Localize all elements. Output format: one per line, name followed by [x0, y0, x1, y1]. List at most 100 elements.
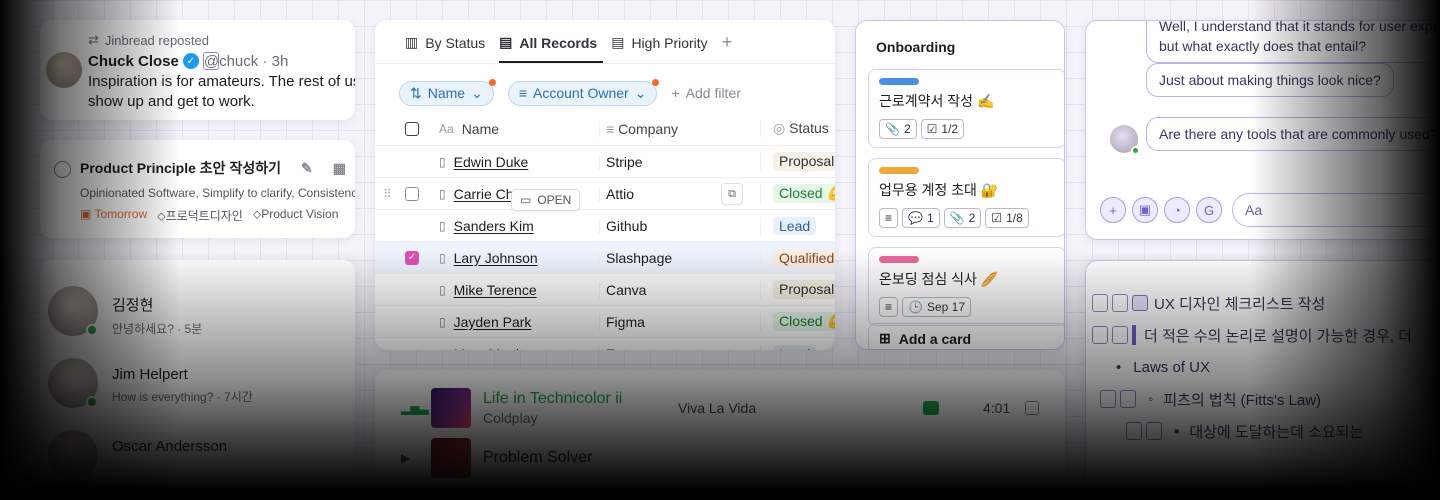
task-card[interactable]: Product Principle 초안 작성하기 ✎ ▦ Opinionate… [40, 140, 355, 238]
card-meta-pill[interactable]: 🕒 Sep 17 [902, 297, 972, 317]
plus-icon[interactable]: + [1100, 197, 1126, 223]
quote-bar [1132, 325, 1136, 345]
record-company[interactable]: Stripe [599, 153, 760, 170]
add-view-button[interactable]: + [722, 32, 733, 63]
message-input[interactable]: Aa [1232, 193, 1440, 227]
task-complete-checkbox[interactable] [54, 161, 71, 178]
status-badge[interactable]: Closed 💪 [773, 184, 835, 203]
card-meta-pill[interactable]: 💬 1 [902, 208, 940, 228]
drag-handle-icon[interactable] [1126, 422, 1142, 440]
tab-high-priority[interactable]: ▤ High Priority [611, 34, 713, 63]
sort-chip-name[interactable]: ⇅ Name ⌄ [399, 78, 496, 106]
task-due-date[interactable]: ▣ Tomorrow [80, 207, 147, 224]
checklist-item[interactable]: UX 디자인 체크리스트 작성 [1086, 287, 1440, 319]
status-badge[interactable]: Lead [773, 344, 817, 350]
add-filter-button[interactable]: + Add filter [671, 85, 740, 101]
drag-handle-icon[interactable] [1092, 294, 1108, 312]
bullet-item[interactable]: • Laws of UX [1086, 351, 1440, 383]
task-tag[interactable]: ⬦Product Vision [253, 207, 339, 224]
status-badge[interactable]: Closed 💪 [773, 312, 835, 331]
table-row[interactable]: ▯ Mary Meeks Framer Lead [375, 338, 835, 350]
open-record-button[interactable]: ▭ OPEN [511, 188, 581, 211]
drag-handle-icon[interactable] [1100, 390, 1116, 408]
drag-handle-icon[interactable] [1092, 326, 1108, 344]
chat-list-item[interactable]: Oscar Andersson [40, 430, 355, 500]
track-artist[interactable]: Coldplay [483, 410, 622, 426]
kanban-card[interactable]: 근로계약서 작성 ✍️ 📎 2 ☑ 1/2 [868, 69, 1064, 148]
filter-chip-account-owner[interactable]: ≡ Account Owner ⌄ [507, 78, 660, 106]
record-name[interactable]: Sanders Kim [454, 218, 534, 234]
card-meta-pill[interactable]: 📎 2 [879, 119, 917, 139]
table-row[interactable]: ✓ ▯ Lary Johnson Slashpage Qualified [375, 242, 835, 274]
track-title[interactable]: Problem Solver [483, 449, 592, 467]
track-album[interactable]: Viva La Vida [678, 400, 756, 416]
table-row[interactable]: ⠿▯Carrie Chang▭OPENAttioClosed 💪⧉ [375, 178, 835, 211]
table-row[interactable]: ▯ Sanders Kim Github Lead [375, 210, 835, 242]
record-company[interactable]: Figma [599, 313, 760, 330]
table-row[interactable]: ▯ Jayden Park Figma Closed 💪 [375, 306, 835, 338]
bullet-item[interactable]: ▪ 대상에 도달하는데 소요되는 [1086, 415, 1440, 447]
status-badge[interactable]: Lead [773, 216, 817, 235]
kanban-card[interactable]: 업무용 계정 초대 🔐 ≡ 💬 1 📎 2 ☑ 1/8 [868, 158, 1064, 237]
card-meta-pill[interactable]: ≡ [879, 208, 899, 228]
block-menu-icon[interactable] [1120, 390, 1136, 408]
tweet-card[interactable]: ⇄ Jinbread reposted Chuck Close ✓ @chuck… [40, 20, 355, 120]
gif-icon[interactable]: G [1196, 197, 1222, 223]
track-checkbox[interactable] [1025, 401, 1039, 415]
record-name[interactable]: Mary Meeks [454, 346, 530, 351]
drag-handle-icon[interactable]: ⠿ [383, 187, 392, 201]
checkbox[interactable] [1132, 295, 1148, 311]
table-icon: ▤ [611, 34, 625, 50]
task-tag[interactable]: ⬦프로덕트디자인 [157, 207, 243, 224]
quote-block[interactable]: 더 적은 수의 논리로 설명이 가능한 경우, 더 [1086, 319, 1440, 351]
chat-conversation: Well, I understand that it stands for us… [1085, 20, 1440, 240]
block-menu-icon[interactable] [1146, 422, 1162, 440]
row-checkbox[interactable]: ✓ [405, 250, 419, 265]
column-header-name[interactable]: Aa Name [439, 121, 599, 137]
card-meta-pill[interactable]: ☑ 1/2 [920, 119, 965, 139]
table-row[interactable]: ▯ Edwin Duke Stripe Proposal 👀 [375, 146, 835, 178]
status-badge[interactable]: Proposal 👀 [773, 280, 835, 299]
chat-list-item[interactable]: Jim Helpert How is everything? · 7시간 [40, 358, 355, 430]
record-name[interactable]: Mike Terence [454, 282, 537, 298]
block-menu-icon[interactable] [1112, 326, 1128, 344]
record-name[interactable]: Jayden Park [454, 314, 532, 330]
bullet-item[interactable]: ◦ 피츠의 법칙 (Fitts's Law) [1086, 383, 1440, 415]
tab-by-status[interactable]: ▥ By Status [405, 34, 491, 63]
status-badge[interactable]: Qualified [773, 248, 835, 267]
record-company[interactable]: Github [599, 217, 760, 234]
column-header-company[interactable]: ≡ Company [599, 120, 760, 137]
chip-label: Account Owner [533, 85, 629, 101]
record-name[interactable]: Lary Johnson [454, 250, 538, 266]
table-icon: ▤ [499, 34, 513, 50]
image-icon[interactable]: ▣ [1132, 197, 1158, 223]
record-company[interactable]: Canva [599, 281, 760, 298]
play-icon[interactable]: ▶ [401, 451, 431, 465]
edit-icon[interactable]: ✎ [301, 160, 313, 177]
select-all-checkbox[interactable]: − [405, 121, 419, 136]
status-badge[interactable]: Proposal 👀 [773, 152, 835, 171]
card-meta-pill[interactable]: 📎 2 [943, 208, 982, 228]
add-card-button[interactable]: ⊞ Add a card [868, 323, 1064, 349]
calendar-icon[interactable]: ▦ [333, 160, 346, 177]
table-row[interactable]: ▯ Mike Terence Canva Proposal 👀 [375, 274, 835, 306]
avatar[interactable] [46, 52, 82, 88]
card-meta-pill[interactable]: ☑ 1/8 [985, 208, 1029, 228]
track-row[interactable]: ▶ Problem Solver [375, 433, 1065, 483]
record-name[interactable]: Edwin Duke [454, 154, 529, 170]
chat-list-item[interactable]: 김정현 안녕하세요? · 5분 [40, 286, 355, 358]
record-company[interactable]: Slashpage [599, 249, 760, 266]
card-meta-pill[interactable]: ≡ [879, 297, 899, 317]
tab-all-records[interactable]: ▤ All Records [499, 34, 604, 63]
sticker-icon[interactable]: ◔ [1164, 197, 1190, 223]
column-header-status[interactable]: ◎ Status [760, 120, 835, 137]
row-checkbox[interactable] [405, 186, 419, 201]
liked-icon[interactable] [923, 401, 939, 415]
track-title[interactable]: Life in Technicolor ii [483, 390, 622, 408]
track-row[interactable]: ▂▅▃ Life in Technicolor ii Coldplay Viva… [375, 383, 1065, 433]
kanban-card[interactable]: 온보딩 점심 식사 🥖 ≡ 🕒 Sep 17 [868, 247, 1064, 326]
block-menu-icon[interactable] [1112, 294, 1128, 312]
tweet-author-name[interactable]: Chuck Close [88, 53, 179, 70]
copy-icon[interactable]: ⧉ [721, 183, 743, 205]
record-company[interactable]: Framer [599, 345, 760, 350]
